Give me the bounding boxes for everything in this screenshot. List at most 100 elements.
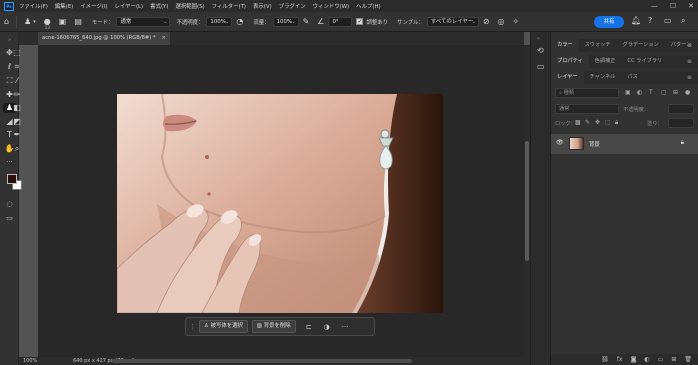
mode-select[interactable]: 通常 ⌄ bbox=[116, 16, 171, 27]
pen-tool-icon[interactable]: ✒ bbox=[13, 130, 21, 140]
comments-panel-icon[interactable]: ▭ bbox=[537, 62, 545, 71]
brush-preset-picker[interactable]: ● 13 bbox=[44, 17, 51, 30]
panel-collapse-icon[interactable]: » bbox=[3, 35, 16, 45]
artboard-tool-icon[interactable]: ⬚ bbox=[13, 48, 21, 58]
notifications-icon[interactable]: 🔔︎ bbox=[631, 16, 641, 25]
more-tools-icon[interactable]: ··· bbox=[3, 158, 16, 168]
brush-tool-icon[interactable]: ✏ bbox=[13, 90, 21, 100]
tab-color[interactable]: カラー bbox=[551, 39, 579, 52]
eyedropper-tool-icon[interactable]: ⁄ bbox=[13, 76, 21, 86]
crop-tool-icon[interactable]: ⌗ bbox=[13, 62, 21, 72]
menu-filter[interactable]: フィルター(T) bbox=[212, 2, 246, 10]
tab-gradients[interactable]: グラデーション bbox=[617, 39, 665, 52]
chevron-down-icon[interactable]: ▾ bbox=[33, 19, 36, 25]
filter-adjustment-icon[interactable]: ◐ bbox=[637, 89, 642, 96]
delete-layer-icon[interactable]: 🗑︎ bbox=[684, 356, 692, 363]
adjustment-icon[interactable]: ◑ bbox=[324, 323, 330, 331]
tab-paths[interactable]: パス bbox=[621, 71, 643, 84]
ignore-adjustment-layers-icon[interactable]: ⊘ bbox=[483, 17, 490, 26]
share-button[interactable]: 共有 bbox=[594, 16, 624, 28]
home-icon[interactable]: ⌂ bbox=[4, 17, 9, 26]
lock-transparency-icon[interactable]: ▩ bbox=[575, 119, 581, 126]
horizontal-scrollbar[interactable] bbox=[112, 359, 412, 363]
menu-image[interactable]: イメージ(I) bbox=[80, 2, 107, 10]
lock-position-icon[interactable]: ✥ bbox=[595, 119, 600, 126]
document-tab[interactable]: acne-1606765_640.jpg @ 100% (RGB/8#) * × bbox=[38, 32, 170, 45]
menu-select[interactable]: 選択範囲(S) bbox=[175, 2, 204, 10]
workspace-icon[interactable]: ▭ bbox=[664, 16, 672, 25]
more-options-button[interactable]: ··· bbox=[342, 323, 349, 331]
filter-shape-icon[interactable]: ▢ bbox=[661, 89, 667, 96]
new-layer-icon[interactable]: ⊞ bbox=[671, 356, 676, 363]
panel-menu-icon[interactable]: ≡ bbox=[687, 71, 692, 84]
panel-menu-icon[interactable]: ≡ bbox=[687, 55, 692, 68]
opacity-input[interactable]: 100% ⌄ bbox=[206, 16, 233, 27]
scroll-thumb[interactable] bbox=[525, 141, 529, 261]
close-tab-icon[interactable]: × bbox=[162, 32, 166, 45]
airbrush-icon[interactable]: ✎ bbox=[303, 17, 310, 26]
transform-icon[interactable]: ⊏ bbox=[306, 323, 312, 331]
pressure-opacity-icon[interactable]: ◔ bbox=[236, 17, 243, 26]
minimize-button[interactable]: — bbox=[651, 2, 658, 10]
adjustment-layer-icon[interactable]: ◐ bbox=[644, 356, 649, 363]
blend-mode-select[interactable]: 通常 bbox=[555, 104, 619, 114]
select-subject-button[interactable]: ♙ 被写体を選択 bbox=[199, 320, 248, 333]
menu-file[interactable]: ファイル(F) bbox=[19, 2, 48, 10]
pressure-size-icon[interactable]: ◎ bbox=[498, 17, 505, 26]
history-brush-tool-icon[interactable]: ◧ bbox=[13, 103, 21, 113]
menu-plugins[interactable]: プラグイン bbox=[279, 2, 306, 10]
zoom-level[interactable]: 100% bbox=[23, 357, 37, 365]
filter-toggle-icon[interactable]: ● bbox=[685, 89, 690, 96]
menu-window[interactable]: ウィンドウ(W) bbox=[313, 2, 350, 10]
panel-menu-icon[interactable]: ≡ bbox=[687, 39, 692, 52]
sample-select[interactable]: すべてのレイヤー ⌄ bbox=[426, 16, 479, 27]
flow-input[interactable]: 100% ⌄ bbox=[272, 16, 299, 27]
menu-edit[interactable]: 編集(E) bbox=[55, 2, 73, 10]
lock-artboard-icon[interactable]: ⬚ bbox=[605, 119, 611, 126]
clone-source-icon[interactable]: ▤ bbox=[74, 17, 82, 26]
menu-type[interactable]: 書式(Y) bbox=[150, 2, 168, 10]
expand-panels-icon[interactable]: « bbox=[537, 36, 540, 42]
search-icon[interactable]: ⌕ bbox=[681, 16, 685, 26]
quick-mask-icon[interactable]: ◌ bbox=[3, 199, 16, 209]
gradient-tool-icon[interactable]: ◩ bbox=[13, 117, 21, 127]
screen-mode-icon[interactable]: ▭ bbox=[3, 213, 16, 223]
foreground-color-swatch[interactable] bbox=[7, 174, 17, 184]
document-image[interactable] bbox=[117, 94, 443, 313]
help-icon[interactable]: ? bbox=[648, 16, 652, 25]
link-layers-icon[interactable]: ⛓ bbox=[601, 356, 609, 363]
aligned-checkbox[interactable]: ✓ bbox=[356, 18, 364, 25]
filter-pixel-icon[interactable]: ▣ bbox=[625, 89, 631, 96]
new-group-icon[interactable]: ▭ bbox=[658, 356, 664, 363]
lock-all-icon[interactable]: 🔒︎ bbox=[615, 119, 618, 127]
filter-type-icon[interactable]: T bbox=[649, 89, 653, 96]
maximize-button[interactable]: ☐ bbox=[670, 2, 676, 10]
layer-filter-select[interactable]: ⌕ 種類 bbox=[555, 88, 619, 98]
layer-opacity-input[interactable] bbox=[668, 104, 694, 114]
visibility-eye-icon[interactable]: 👁︎ bbox=[556, 139, 564, 146]
layer-row-background[interactable]: 👁︎ 背景 🔒︎ bbox=[551, 134, 698, 154]
tab-layers[interactable]: レイヤー bbox=[551, 71, 584, 84]
tab-adjustments[interactable]: 色調補正 bbox=[589, 55, 622, 68]
fill-input[interactable] bbox=[668, 118, 694, 128]
add-mask-icon[interactable]: ◙ bbox=[631, 356, 637, 363]
lock-image-icon[interactable]: ✎ bbox=[585, 119, 590, 126]
clone-stamp-tool-icon[interactable]: ♟ bbox=[24, 17, 31, 26]
tab-patterns[interactable]: パターン bbox=[665, 39, 698, 52]
menu-help[interactable]: ヘルプ(H) bbox=[356, 2, 380, 10]
filter-smart-object-icon[interactable]: ⊞ bbox=[673, 89, 678, 96]
layer-style-icon[interactable]: fx bbox=[617, 356, 623, 363]
remove-background-button[interactable]: ▨ 背景を削除 bbox=[251, 320, 296, 333]
history-panel-icon[interactable]: ⟲ bbox=[537, 46, 544, 55]
close-button[interactable]: ✕ bbox=[688, 2, 694, 10]
drag-handle-icon[interactable]: ⋮ bbox=[189, 323, 196, 331]
menu-layer[interactable]: レイヤー(L) bbox=[115, 2, 144, 10]
tab-libraries[interactable]: CC ライブラリ bbox=[621, 55, 668, 68]
angle-input[interactable]: 0° bbox=[328, 16, 353, 27]
tab-swatches[interactable]: スウォッチ bbox=[579, 39, 617, 52]
zoom-tool-icon[interactable]: ⌕ bbox=[13, 144, 21, 154]
tab-channels[interactable]: チャンネル bbox=[584, 71, 622, 84]
brush-settings-icon[interactable]: ▣ bbox=[59, 17, 67, 26]
menu-view[interactable]: 表示(V) bbox=[253, 2, 272, 10]
diffusion-icon[interactable]: ✧ bbox=[513, 17, 520, 26]
